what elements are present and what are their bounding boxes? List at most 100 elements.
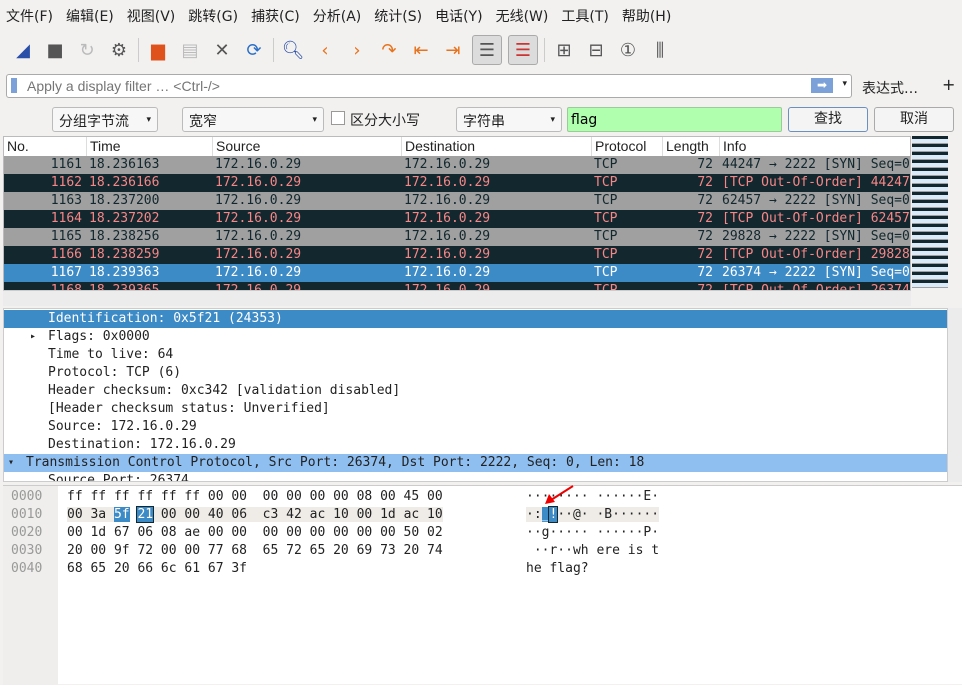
ascii-line[interactable]: ·:_!··@· ·B······ (526, 506, 660, 524)
menu-item[interactable]: 工具(T) (561, 6, 608, 26)
hex-bytes-line[interactable]: ff ff ff ff ff ff 00 00 00 00 00 00 08 0… (67, 488, 443, 506)
ascii-line[interactable]: ··g····· ······P· (526, 524, 659, 542)
horizontal-scrollbar[interactable] (3, 290, 911, 306)
column-header-dst[interactable]: Destination (402, 137, 592, 156)
column-header-info[interactable]: Info (720, 137, 910, 156)
packet-row[interactable]: 1161 18.236163 172.16.0.29 172.16.0.29 TCP 72… (4, 156, 910, 174)
column-header-no[interactable]: No. (4, 137, 87, 156)
capture-options-icon[interactable]: ⚙ (106, 37, 132, 63)
menu-item[interactable]: 分析(A) (313, 6, 362, 26)
autoscroll-icon[interactable]: ☰ (472, 35, 502, 65)
menu-item[interactable]: 帮助(H) (622, 6, 671, 26)
display-filter-bar: ➡ ▾ (6, 74, 852, 98)
detail-row[interactable]: Source: 172.16.0.29 (4, 418, 947, 436)
menu-item[interactable]: 无线(W) (496, 6, 549, 26)
case-sensitive-checkbox[interactable] (331, 111, 345, 125)
column-header-src[interactable]: Source (213, 137, 402, 156)
first-packet-icon[interactable]: ⇤ (408, 37, 434, 63)
expression-button[interactable]: 表达式… (862, 78, 918, 98)
zoom-in-icon[interactable]: ⊞ (551, 37, 577, 63)
go-to-packet-icon[interactable]: ↷ (376, 37, 402, 63)
char-width-select[interactable]: 宽窄 ▾ (182, 107, 324, 132)
menu-item[interactable]: 跳转(G) (188, 6, 238, 26)
search-type-select[interactable]: 字符串 ▾ (456, 107, 562, 132)
restart-capture-icon[interactable]: ↻ (74, 37, 100, 63)
detail-row[interactable]: Protocol: TCP (6) (4, 364, 947, 382)
menu-item[interactable]: 电话(Y) (435, 6, 482, 26)
bookmark-icon[interactable] (11, 78, 17, 93)
detail-text: Source: 172.16.0.29 (48, 419, 197, 434)
colorize-icon[interactable]: ☰ (508, 35, 538, 65)
detail-row[interactable]: Header checksum: 0xc342 [validation disa… (4, 382, 947, 400)
search-in-select[interactable]: 分组字节流 ▾ (52, 107, 158, 132)
menu-item[interactable]: 编辑(E) (66, 6, 114, 26)
find-button[interactable]: 查找 (788, 107, 868, 132)
resize-columns-icon[interactable]: ⫼ (647, 37, 673, 63)
menu-item[interactable]: 视图(V) (127, 6, 176, 26)
packet-row[interactable]: 1164 18.237202 172.16.0.29 172.16.0.29 TCP 72… (4, 210, 910, 228)
find-input[interactable] (567, 107, 782, 132)
save-file-icon[interactable]: ▤ (177, 37, 203, 63)
chevron-down-icon: ▾ (146, 115, 151, 125)
shark-fin-start-icon[interactable]: ◢ (10, 37, 36, 63)
hex-bytes-line[interactable]: 68 65 20 66 6c 61 67 3f (67, 560, 247, 578)
cell-dst: 172.16.0.29 (404, 229, 491, 244)
find-packet-icon[interactable]: 🔍︎ (280, 37, 306, 63)
packet-list: No. Time Source Destination Protocol Length In… (3, 136, 911, 306)
detail-row[interactable]: Time to live: 64 (4, 346, 947, 364)
packet-row[interactable]: 1163 18.237200 172.16.0.29 172.16.0.29 TCP 72… (4, 192, 910, 210)
zoom-out-icon[interactable]: ⊟ (583, 37, 609, 63)
detail-text: Transmission Control Protocol, Src Port:… (26, 455, 645, 470)
menu-item[interactable]: 捕获(C) (251, 6, 300, 26)
add-filter-button[interactable]: + (942, 75, 955, 94)
ascii-line[interactable]: he flag? (526, 560, 589, 578)
ascii-line[interactable]: ··r··wh ere is t (526, 542, 659, 560)
last-packet-icon[interactable]: ⇥ (440, 37, 466, 63)
detail-row[interactable]: Identification: 0x5f21 (24353) (4, 310, 947, 328)
reload-file-icon[interactable]: ⟳ (241, 37, 267, 63)
details-vertical-scrollbar[interactable] (948, 308, 962, 482)
detail-row[interactable]: [Header checksum status: Unverified] (4, 400, 947, 418)
expand-arrow-icon[interactable]: ▸ (30, 328, 36, 346)
packet-row[interactable]: 1166 18.238259 172.16.0.29 172.16.0.29 TCP 72… (4, 246, 910, 264)
menu-item[interactable]: 统计(S) (374, 6, 422, 26)
packet-row[interactable]: 1162 18.236166 172.16.0.29 172.16.0.29 TCP 72… (4, 174, 910, 192)
close-file-icon[interactable]: ✕ (209, 37, 235, 63)
open-file-icon[interactable]: ▆ (145, 37, 171, 63)
packet-minimap[interactable] (912, 136, 948, 288)
offset-line: 0000 (11, 489, 43, 504)
column-header-time[interactable]: Time (87, 137, 213, 156)
cancel-button[interactable]: 取消 (874, 107, 954, 132)
chevron-down-icon: ▾ (312, 115, 317, 125)
hex-bytes-line[interactable]: 00 1d 67 06 08 ae 00 00 00 00 00 00 00 0… (67, 524, 443, 542)
filter-history-dropdown-icon[interactable]: ▾ (842, 79, 847, 89)
normal-size-icon[interactable]: ① (615, 37, 641, 63)
stop-capture-icon[interactable]: ■ (42, 37, 68, 63)
detail-row[interactable]: Source Port: 26374 (4, 472, 947, 481)
collapse-arrow-icon[interactable]: ▾ (8, 454, 14, 472)
cell-src: 172.16.0.29 (215, 229, 302, 244)
detail-row[interactable]: Destination: 172.16.0.29 (4, 436, 947, 454)
go-back-icon[interactable]: ‹ (312, 37, 338, 63)
cell-len: 72 (697, 265, 713, 280)
cell-proto: TCP (594, 157, 618, 172)
cell-no: 1162 (50, 175, 82, 190)
apply-filter-arrow-icon[interactable]: ➡ (811, 78, 833, 93)
detail-row[interactable]: ▸ Flags: 0x0000 (4, 328, 947, 346)
hex-bytes-line[interactable]: 00 3a 5f 21 00 00 40 06 c3 42 ac 10 00 1… (67, 506, 443, 524)
hex-bytes-line[interactable]: 20 00 9f 72 00 00 77 68 65 72 65 20 69 7… (67, 542, 443, 560)
packet-row[interactable]: 1167 18.239363 172.16.0.29 172.16.0.29 TCP 72… (4, 264, 910, 282)
display-filter-input[interactable] (27, 77, 797, 95)
column-header-proto[interactable]: Protocol (592, 137, 663, 156)
cell-len: 72 (697, 193, 713, 208)
menu-item[interactable]: 文件(F) (6, 6, 53, 26)
go-forward-icon[interactable]: › (344, 37, 370, 63)
detail-text: Time to live: 64 (48, 347, 174, 362)
cell-time: 18.237200 (89, 193, 160, 208)
packet-row[interactable]: 1165 18.238256 172.16.0.29 172.16.0.29 TCP 72… (4, 228, 910, 246)
detail-row[interactable]: ▾ Transmission Control Protocol, Src Port… (4, 454, 947, 472)
column-header-len[interactable]: Length (663, 137, 720, 156)
ascii-line[interactable]: ········ ······E· (526, 488, 660, 506)
detail-text: Header checksum: 0xc342 [validation disa… (48, 383, 401, 398)
cell-dst: 172.16.0.29 (404, 193, 491, 208)
